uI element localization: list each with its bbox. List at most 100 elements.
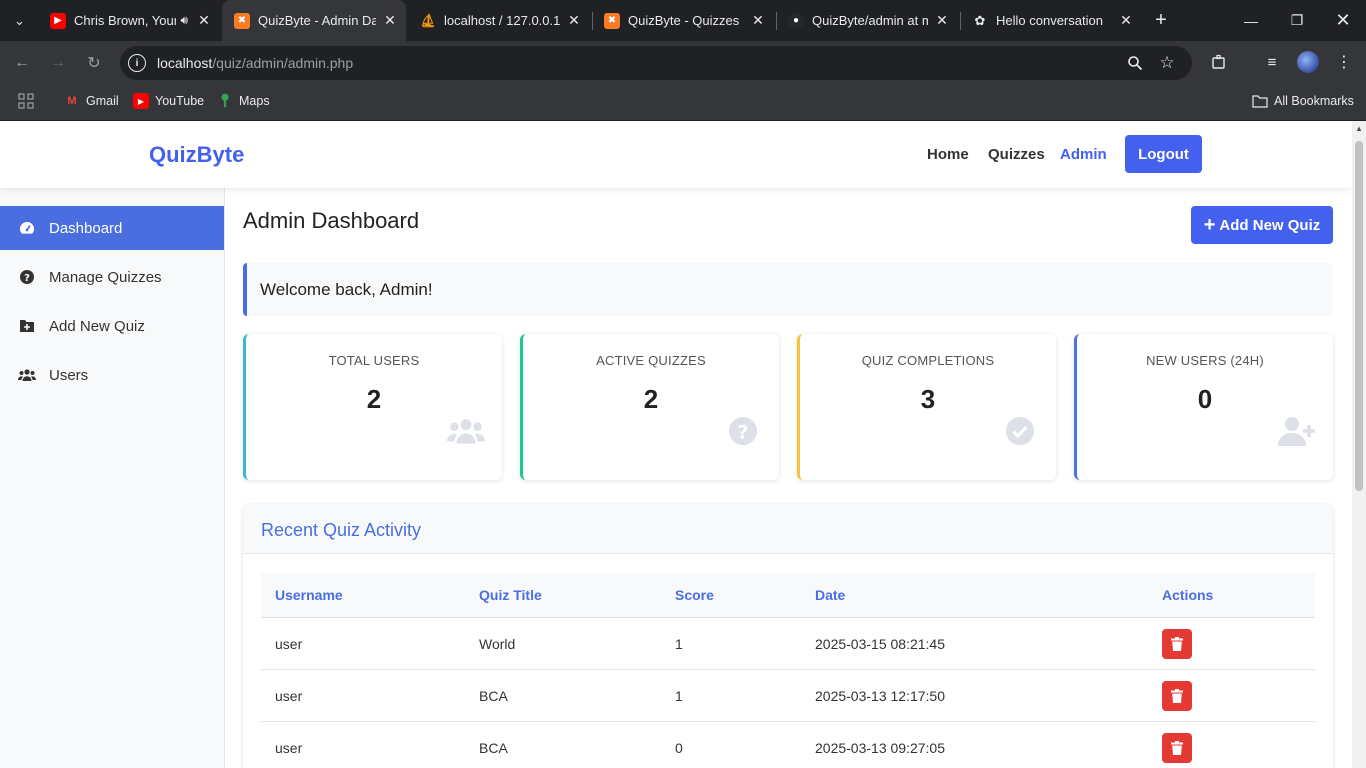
recent-activity-header: Recent Quiz Activity <box>243 504 1333 554</box>
column-date: Date <box>815 587 846 603</box>
logout-button[interactable]: Logout <box>1125 135 1202 173</box>
cell-quiz-title: BCA <box>479 740 508 756</box>
stat-label: ACTIVE QUIZZES <box>596 353 706 368</box>
welcome-text: Welcome back, Admin! <box>260 279 433 299</box>
back-arrow-icon[interactable]: ← <box>10 51 34 75</box>
browser-tab-quizzes[interactable]: ✖ QuizByte - Quizzes ✕ <box>592 0 774 41</box>
bookmarks-bar: M Gmail ▶ YouTube 📍︎ Maps All Bookmarks <box>0 85 1366 121</box>
stat-card-active-quizzes: ACTIVE QUIZZES 2 ? <box>520 334 779 480</box>
folder-icon <box>1252 93 1268 109</box>
restore-icon[interactable]: ❐ <box>1274 0 1320 41</box>
sidebar-item-label: Users <box>49 366 89 384</box>
url-text[interactable]: localhost/quiz/admin/admin.php <box>157 55 353 71</box>
browser-tab-github[interactable]: ● QuizByte/admin at m ✕ <box>776 0 958 41</box>
table-row: user BCA 0 2025-03-13 09:27:05 <box>261 722 1315 768</box>
scroll-up-icon[interactable]: ▲ <box>1355 124 1363 133</box>
window-close-icon[interactable]: ✕ <box>1320 0 1366 41</box>
stat-label: QUIZ COMPLETIONS <box>861 353 995 368</box>
extensions-icon[interactable] <box>1207 50 1231 74</box>
cell-date: 2025-03-13 09:27:05 <box>815 740 945 756</box>
new-tab-plus-icon[interactable]: + <box>1150 8 1172 32</box>
check-circle-icon <box>1000 414 1040 448</box>
delete-button[interactable] <box>1162 733 1192 763</box>
xampp-icon: ✖ <box>604 12 620 29</box>
forward-arrow-icon[interactable]: → <box>46 51 70 75</box>
sidebar-item-users[interactable]: Users <box>0 353 224 397</box>
delete-button[interactable] <box>1162 629 1192 659</box>
github-icon: ● <box>788 12 804 29</box>
browser-toolbar: ← → ↻ i localhost/quiz/admin/admin.php ☆ <box>0 41 1366 85</box>
sidebar-item-add-new-quiz[interactable]: Add New Quiz <box>0 304 224 348</box>
browser-tab-chatgpt[interactable]: ✿ Hello conversation ✕ <box>960 0 1142 41</box>
bookmark-star-icon[interactable]: ☆ <box>1157 53 1177 73</box>
apps-grid-icon[interactable] <box>18 93 34 109</box>
url-path: /quiz/admin/admin.php <box>212 55 354 71</box>
cell-score: 1 <box>675 688 683 704</box>
xampp-icon: ✖ <box>234 12 250 29</box>
cell-quiz-title: BCA <box>479 688 508 704</box>
column-score: Score <box>675 587 714 603</box>
stat-label: TOTAL USERS <box>328 353 420 368</box>
page-title: Admin Dashboard <box>243 208 420 233</box>
stat-card-quiz-completions: QUIZ COMPLETIONS 3 <box>797 334 1056 480</box>
cell-quiz-title: World <box>479 636 516 652</box>
delete-button[interactable] <box>1162 681 1192 711</box>
bookmark-label: Gmail <box>86 94 119 108</box>
sidebar: Dashboard ? Manage Quizzes Add New Quiz … <box>0 188 225 768</box>
url-host: localhost <box>157 55 213 71</box>
trash-icon <box>1171 689 1183 703</box>
column-quiz-title: Quiz Title <box>479 587 542 603</box>
speaker-icon[interactable]: 🔊︎ <box>180 13 188 28</box>
welcome-banner: Welcome back, Admin! <box>243 263 1333 316</box>
tab-close-icon[interactable]: ✕ <box>1118 12 1134 29</box>
maps-pin-icon: 📍︎ <box>216 93 234 108</box>
question-circle-icon: ? <box>18 268 36 286</box>
nav-quizzes[interactable]: Quizzes <box>988 146 1045 163</box>
profile-avatar[interactable] <box>1297 51 1319 73</box>
tab-close-icon[interactable]: ✕ <box>382 12 398 29</box>
scroll-thumb[interactable] <box>1355 141 1363 491</box>
tab-title: localhost / 127.0.0.1 / <box>444 13 560 28</box>
site-info-icon[interactable]: i <box>128 54 146 72</box>
reload-icon[interactable]: ↻ <box>82 51 106 75</box>
sidebar-item-manage-quizzes[interactable]: ? Manage Quizzes <box>0 255 224 299</box>
table-row: user BCA 1 2025-03-13 12:17:50 <box>261 670 1315 722</box>
browser-tab-admin[interactable]: ✖ QuizByte - Admin Da ✕ <box>222 0 406 41</box>
all-bookmarks[interactable]: All Bookmarks <box>1252 93 1354 109</box>
nav-admin[interactable]: Admin <box>1060 146 1107 163</box>
page-scrollbar[interactable]: ▲ <box>1352 121 1366 768</box>
bookmark-youtube[interactable]: ▶ YouTube <box>133 93 204 109</box>
tab-close-icon[interactable]: ✕ <box>196 12 212 29</box>
zoom-icon[interactable] <box>1125 53 1145 73</box>
tab-title: Chris Brown, Your <box>74 13 177 28</box>
recent-activity-title: Recent Quiz Activity <box>261 520 422 540</box>
tab-search-chevron-icon[interactable]: ⌄ <box>7 8 32 33</box>
table-header: Username Quiz Title Score Date Actions <box>261 573 1315 618</box>
browser-tab-youtube[interactable]: ▶ Chris Brown, Your 🔊︎ ✕ <box>38 0 220 41</box>
media-control-icon[interactable]: ≡ <box>1260 50 1284 74</box>
brand-logo[interactable]: QuizByte <box>149 142 244 168</box>
tab-title: QuizByte - Admin Da <box>258 13 376 28</box>
add-new-quiz-label: Add New Quiz <box>1219 216 1321 234</box>
sidebar-item-dashboard[interactable]: Dashboard <box>0 206 224 250</box>
minimize-icon[interactable]: — <box>1228 0 1274 41</box>
tab-close-icon[interactable]: ✕ <box>934 12 950 29</box>
bookmark-gmail[interactable]: M Gmail <box>64 93 119 109</box>
bookmark-maps[interactable]: 📍︎ Maps <box>217 93 270 109</box>
cell-date: 2025-03-13 12:17:50 <box>815 688 945 704</box>
youtube-icon: ▶ <box>50 12 66 29</box>
table-row: user World 1 2025-03-15 08:21:45 <box>261 618 1315 670</box>
plus-icon: + <box>1203 214 1216 236</box>
tab-close-icon[interactable]: ✕ <box>566 12 582 29</box>
sidebar-item-label: Add New Quiz <box>49 317 145 335</box>
menu-kebab-icon[interactable]: ⋮ <box>1332 50 1356 74</box>
phpmyadmin-icon: ⛵︎ <box>419 12 437 28</box>
tab-close-icon[interactable]: ✕ <box>750 12 766 29</box>
stat-card-total-users: TOTAL USERS 2 <box>243 334 502 480</box>
nav-home[interactable]: Home <box>927 146 969 163</box>
user-plus-icon <box>1277 414 1317 448</box>
browser-tab-phpmyadmin[interactable]: ⛵︎ localhost / 127.0.0.1 / ✕ <box>408 0 590 41</box>
add-new-quiz-button[interactable]: + Add New Quiz <box>1191 206 1333 244</box>
address-bar[interactable]: i localhost/quiz/admin/admin.php ☆ <box>120 46 1192 80</box>
trash-icon <box>1171 637 1183 651</box>
